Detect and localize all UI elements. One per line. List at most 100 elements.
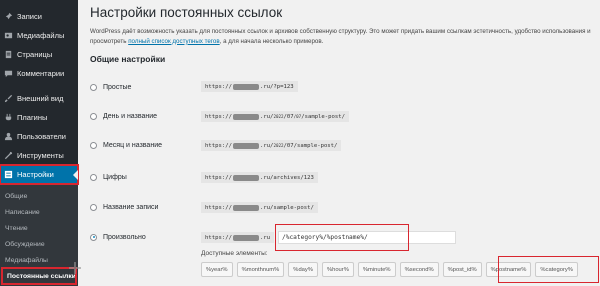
option-plain[interactable]: Простые <box>90 80 131 94</box>
example-url-numeric: https:// .ru/archives/123 <box>201 172 318 183</box>
sidebar-item-label: Инструменты <box>17 151 64 160</box>
option-label: День и название <box>103 112 158 120</box>
submenu-writing[interactable]: Написание <box>0 204 78 220</box>
submenu-permalinks[interactable]: Постоянные ссылки <box>1 267 77 285</box>
sidebar-item-label: Записи <box>17 12 42 21</box>
submenu-reading[interactable]: Чтение <box>0 220 78 236</box>
option-label: Простые <box>103 83 132 91</box>
url-suffix: .ru/archives/123 <box>259 174 314 181</box>
plugin-icon <box>3 113 13 123</box>
url-year: 2022 <box>273 143 284 148</box>
example-url-day-name: https:// .ru/2022/07/07/sample-post/ <box>201 111 349 122</box>
redacted-domain <box>232 174 259 181</box>
submenu-media[interactable]: Медиафайлы <box>0 252 78 268</box>
example-url-month-name: https:// .ru/2022/07/sample-post/ <box>201 140 342 151</box>
sidebar-item-media[interactable]: Медиафайлы <box>0 26 78 45</box>
radio-post-name[interactable] <box>90 203 97 211</box>
redacted-domain <box>232 113 259 120</box>
pin-icon <box>3 12 13 22</box>
radio-plain[interactable] <box>90 83 97 91</box>
intro-end: , а для начала несколько примеров. <box>219 37 324 45</box>
option-custom[interactable]: Произвольно <box>90 230 146 244</box>
redacted-domain <box>232 234 259 241</box>
sidebar-item-users[interactable]: Пользователи <box>0 127 78 146</box>
users-icon <box>3 132 13 142</box>
option-label: Произвольно <box>103 233 146 241</box>
tag-post-id[interactable]: %post_id% <box>442 262 482 277</box>
url-month: /07 <box>283 113 294 120</box>
radio-numeric[interactable] <box>90 173 97 181</box>
available-tags-label: Доступные элементы: <box>201 250 268 257</box>
sidebar-item-plugins[interactable]: Плагины <box>0 108 78 127</box>
option-label: Название записи <box>103 203 159 211</box>
intro-text: WordPress даёт возможность указать для п… <box>90 27 600 46</box>
tag-year[interactable]: %year% <box>201 262 233 277</box>
url-suffix: .ru <box>259 234 271 241</box>
option-numeric[interactable]: Цифры <box>90 170 127 184</box>
option-month-name[interactable]: Месяц и название <box>90 138 162 152</box>
sidebar-item-pages[interactable]: Страницы <box>0 45 78 64</box>
radio-custom[interactable] <box>90 233 97 241</box>
submenu-discussion[interactable]: Обсуждение <box>0 236 78 252</box>
comment-icon <box>3 69 13 79</box>
highlight-custom-input <box>275 224 409 251</box>
settings-submenu: Общие Написание Чтение Обсуждение Медиаф… <box>0 184 78 286</box>
sidebar-item-label: Медиафайлы <box>17 31 65 40</box>
example-url-post-name: https:// .ru/sample-post/ <box>201 202 318 213</box>
highlight-tags <box>498 256 599 283</box>
url-prefix: https:// <box>205 113 232 120</box>
redacted-domain <box>232 142 259 149</box>
brush-icon <box>3 94 13 104</box>
intro-line: WordPress даёт возможность указать для п… <box>90 28 591 35</box>
sidebar-item-label: Внешний вид <box>17 94 64 103</box>
radio-day-name[interactable] <box>90 112 97 120</box>
redacted-domain <box>232 83 259 90</box>
option-label: Месяц и название <box>103 141 162 149</box>
sidebar-item-label: Комментарии <box>17 69 65 78</box>
redacted-domain <box>232 204 259 211</box>
sidebar-item-settings[interactable]: Настройки <box>0 164 79 185</box>
sidebar-item-label: Пользователи <box>17 132 66 141</box>
url-prefix: https:// <box>205 174 232 181</box>
url-prefix: https:// <box>205 142 232 149</box>
section-title: Общие настройки <box>90 54 166 64</box>
intro-prefix: просмотреть <box>90 37 129 45</box>
url-day: /07 <box>293 114 302 119</box>
crosshair-cursor-icon <box>69 262 81 274</box>
radio-month-name[interactable] <box>90 141 97 149</box>
sidebar-item-comments[interactable]: Комментарии <box>0 64 78 83</box>
example-url-custom: https:// .ru <box>201 232 275 243</box>
url-slug: /sample-post/ <box>301 113 345 120</box>
option-label: Цифры <box>103 173 127 181</box>
url-suffix: .ru/ <box>259 142 274 149</box>
url-prefix: https:// <box>205 204 232 211</box>
url-suffix: .ru/sample-post/ <box>259 204 314 211</box>
option-post-name[interactable]: Название записи <box>90 200 158 214</box>
media-icon <box>3 31 13 41</box>
url-prefix: https:// <box>205 83 232 90</box>
sidebar-item-tools[interactable]: Инструменты <box>0 146 78 165</box>
url-suffix: .ru/?p=123 <box>259 83 294 90</box>
tag-monthnum[interactable]: %monthnum% <box>236 262 285 277</box>
tag-minute[interactable]: %minute% <box>357 262 396 277</box>
tag-hour[interactable]: %hour% <box>321 262 354 277</box>
tag-day[interactable]: %day% <box>288 262 318 277</box>
example-url-plain: https:// .ru/?p=123 <box>201 81 298 92</box>
option-day-name[interactable]: День и название <box>90 109 157 123</box>
tag-second[interactable]: %second% <box>399 262 439 277</box>
main-content: Настройки постоянных ссылок WordPress да… <box>78 0 600 286</box>
settings-icon <box>3 170 13 180</box>
tags-list-link[interactable]: полный список доступных тегов <box>128 38 219 45</box>
url-prefix: https:// <box>205 234 232 241</box>
submenu-general[interactable]: Общие <box>0 188 78 204</box>
sidebar-item-label: Плагины <box>17 113 48 122</box>
page-title: Настройки постоянных ссылок <box>90 5 283 20</box>
url-suffix: .ru/ <box>259 113 274 120</box>
sidebar-item-posts[interactable]: Записи <box>0 7 78 26</box>
pages-icon <box>3 50 13 60</box>
sidebar-item-appearance[interactable]: Внешний вид <box>0 89 78 108</box>
url-year: 2022 <box>273 114 284 119</box>
sidebar-item-label: Настройки <box>17 170 54 179</box>
admin-sidebar: Записи Медиафайлы Страницы Комментарии В… <box>0 0 79 286</box>
wrench-icon <box>3 151 13 161</box>
